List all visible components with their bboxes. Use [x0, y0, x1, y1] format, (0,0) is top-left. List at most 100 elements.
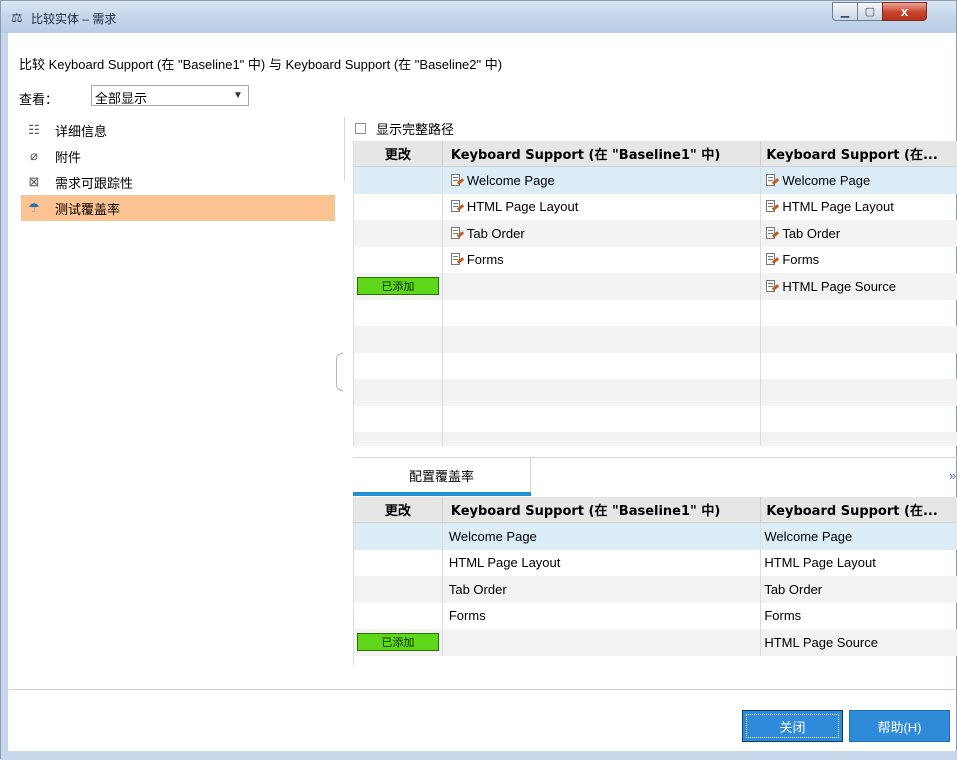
title-bar[interactable]: ⚖ 比较实体 – 需求 ▁ ▢ x: [1, 1, 956, 33]
right-cell: HTML Page Source: [764, 634, 878, 650]
column-header-baseline2[interactable]: Keyboard Support (在...: [761, 141, 957, 166]
minimize-button[interactable]: ▁: [832, 2, 858, 21]
requirement-icon: [766, 200, 780, 213]
requirement-icon: [450, 200, 464, 213]
requirement-icon: [450, 226, 464, 240]
nav-item-attachments[interactable]: ⌀ 附件: [21, 143, 335, 169]
requirement-icon: [766, 279, 780, 293]
right-cell: HTML Page Layout: [764, 555, 876, 571]
close-icon: x: [900, 4, 909, 19]
splitter-handle[interactable]: [336, 353, 343, 391]
left-cell: Forms: [443, 602, 762, 629]
left-cell: Forms: [443, 246, 762, 273]
coverage-tab-bar: 配置覆盖率 »: [353, 457, 957, 496]
right-cell: HTML Page Layout: [761, 194, 957, 221]
right-value: Tab Order: [782, 225, 841, 241]
table-row[interactable]: Tab Order Tab Order: [354, 220, 957, 247]
change-cell: [354, 193, 443, 220]
added-badge: 已添加: [356, 633, 439, 652]
close-button[interactable]: 关闭: [742, 710, 843, 742]
grid-header: 更改 Keyboard Support (在 "Baseline1" 中) Ke…: [354, 497, 957, 523]
column-header-baseline1[interactable]: Keyboard Support (在 "Baseline1" 中): [443, 141, 762, 166]
left-cell: [443, 629, 762, 656]
change-cell: [354, 602, 443, 629]
show-full-path-checkbox[interactable]: 显示完整路径: [355, 119, 454, 138]
right-cell: Welcome Page: [761, 167, 957, 194]
checkbox-box[interactable]: [355, 123, 366, 134]
tab-configuration-coverage[interactable]: 配置覆盖率: [353, 458, 531, 492]
empty-row: [354, 352, 957, 379]
right-value: HTML Page Source: [782, 278, 896, 294]
nav-item-label: 需求可跟踪性: [55, 175, 134, 191]
empty-row: [354, 405, 957, 432]
change-cell: 已添加: [354, 273, 443, 300]
maximize-button[interactable]: ▢: [857, 2, 883, 21]
help-button-label: 帮助(H): [877, 719, 922, 735]
right-cell: Tab Order: [764, 581, 823, 597]
column-header-change[interactable]: 更改: [354, 497, 443, 522]
left-cell: Welcome Page: [443, 523, 762, 550]
left-cell: Tab Order: [443, 576, 762, 603]
left-value: Forms: [466, 252, 504, 268]
nav-item-details[interactable]: ☷ 详细信息: [21, 117, 335, 143]
window-close-button[interactable]: x: [882, 2, 927, 21]
minimize-icon: ▁: [840, 6, 850, 18]
table-row[interactable]: Welcome Page Welcome Page: [354, 167, 957, 194]
nav-item-traceability[interactable]: ⊠ 需求可跟踪性: [21, 169, 335, 195]
compare-entities-dialog: ⚖ 比较实体 – 需求 ▁ ▢ x 比较 Keyboard Support (在…: [0, 0, 957, 760]
grid-header: 更改 Keyboard Support (在 "Baseline1" 中) Ke…: [354, 141, 957, 167]
focus-ring: [746, 714, 839, 738]
left-value: Welcome Page: [466, 172, 555, 188]
table-row[interactable]: HTML Page Layout HTML Page Layout: [354, 549, 957, 576]
change-cell: [354, 220, 443, 247]
view-select-value: 全部显示: [95, 91, 148, 106]
view-label: 查看：: [19, 92, 59, 107]
coverage-grid: 更改 Keyboard Support (在 "Baseline1" 中) Ke…: [353, 141, 957, 446]
table-row[interactable]: HTML Page Layout HTML Page Layout: [354, 193, 957, 221]
nav-item-test-coverage[interactable]: ☂ 测试覆盖率: [21, 195, 335, 221]
umbrella-icon: ☂: [28, 200, 40, 215]
nav-item-label: 测试覆盖率: [55, 201, 121, 217]
change-cell: [354, 576, 443, 603]
requirement-icon: [450, 173, 464, 187]
right-cell: Forms: [761, 247, 957, 274]
added-badge: 已添加: [356, 277, 439, 296]
right-cell: Forms: [764, 608, 802, 624]
column-header-baseline2[interactable]: Keyboard Support (在...: [761, 497, 957, 522]
requirement-icon: [766, 173, 780, 187]
double-chevron-down-icon[interactable]: »: [949, 468, 956, 483]
table-row[interactable]: 已添加 HTML Page Source: [354, 629, 957, 656]
table-row[interactable]: Tab Order Tab Order: [354, 576, 957, 603]
help-button[interactable]: 帮助(H): [849, 710, 950, 742]
right-value: HTML Page Layout: [782, 199, 894, 215]
balance-scale-icon: ⚖: [11, 10, 23, 25]
requirement-icon: [450, 253, 464, 266]
nav-item-label: 附件: [55, 149, 82, 165]
traceability-icon: ⊠: [28, 174, 40, 189]
table-row[interactable]: Forms Forms: [354, 602, 957, 629]
change-cell: [354, 167, 443, 194]
right-cell: Welcome Page: [764, 528, 853, 544]
window-title: 比较实体 – 需求: [31, 12, 117, 26]
view-filter-select[interactable]: 全部显示 ▼: [91, 85, 249, 106]
table-row[interactable]: Welcome Page Welcome Page: [354, 523, 957, 550]
change-cell: [354, 549, 443, 576]
right-cell: HTML Page Source: [761, 273, 957, 300]
left-cell: HTML Page Layout: [443, 549, 762, 576]
compare-description: 比较 Keyboard Support (在 "Baseline1" 中) 与 …: [19, 57, 503, 72]
maximize-icon: ▢: [864, 6, 876, 18]
table-row[interactable]: 已添加 HTML Page Source: [354, 273, 957, 300]
table-row[interactable]: Forms Forms: [354, 246, 957, 274]
left-cell: Tab Order: [443, 220, 762, 247]
empty-row: [354, 299, 957, 326]
requirement-icon: [766, 226, 780, 240]
right-value: Welcome Page: [782, 172, 871, 188]
column-header-change[interactable]: 更改: [354, 141, 443, 166]
column-header-baseline1[interactable]: Keyboard Support (在 "Baseline1" 中): [443, 497, 762, 522]
window-left-border: [1, 33, 8, 753]
chevron-down-icon[interactable]: ▼: [228, 86, 248, 105]
right-cell: Tab Order: [761, 220, 957, 247]
show-full-path-label: 显示完整路径: [376, 122, 455, 137]
left-value: Tab Order: [466, 225, 525, 241]
empty-row: [354, 379, 957, 406]
